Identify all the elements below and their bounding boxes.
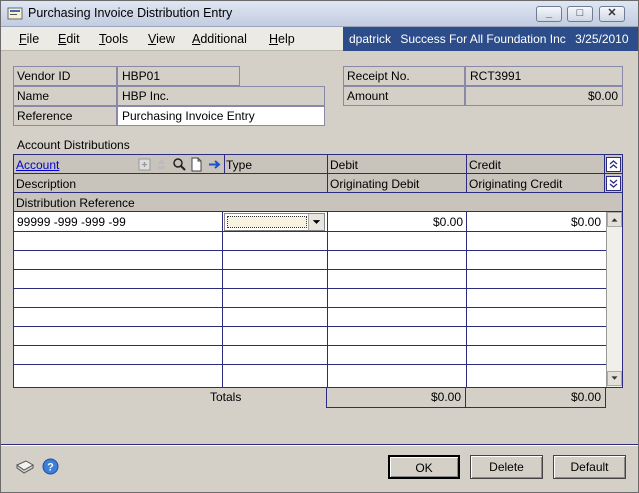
notes-icon[interactable]: [15, 459, 35, 475]
reference-label: Reference: [13, 106, 117, 126]
total-credit: $0.00: [465, 387, 606, 408]
collapse-icon[interactable]: [606, 157, 621, 172]
receipt-no-label: Receipt No.: [343, 66, 465, 86]
grid-scrollbar[interactable]: [606, 212, 622, 387]
menu-help-rest: elp: [278, 32, 295, 46]
grid-header-row-1: [14, 155, 622, 174]
ok-button[interactable]: OK: [388, 455, 460, 479]
expand-rows-icon[interactable]: [606, 176, 621, 191]
menu-view-accel: V: [148, 32, 157, 46]
note-icon[interactable]: [189, 157, 204, 172]
body-divider: [222, 212, 223, 387]
originating-credit-column-header: Originating Credit: [469, 177, 563, 191]
scroll-up-icon[interactable]: [607, 212, 622, 227]
delete-button[interactable]: Delete: [470, 455, 543, 479]
user-name: dpatrick: [349, 32, 392, 46]
goto-arrow-icon[interactable]: [207, 157, 222, 172]
company-name: Success For All Foundation Inc: [400, 32, 566, 46]
account-column-link[interactable]: Account: [16, 156, 59, 174]
collapse-account-icon[interactable]: [154, 157, 169, 172]
name-label: Name: [13, 86, 117, 106]
row-1-type-dropdown[interactable]: [224, 213, 325, 231]
menu-file-accel: F: [19, 32, 27, 46]
originating-debit-column-header: Originating Debit: [330, 177, 420, 191]
menu-file-rest: ile: [26, 32, 40, 46]
minimize-button[interactable]: _: [536, 6, 562, 22]
chevron-down-icon[interactable]: [308, 214, 324, 230]
menu-additional-rest: dditional: [200, 32, 247, 46]
row-line: [14, 269, 606, 270]
menu-view-rest: iew: [156, 32, 175, 46]
row-1-account[interactable]: 99999 -999 -999 -99: [17, 213, 217, 231]
row-1-debit[interactable]: $0.00: [330, 213, 463, 231]
body-divider: [327, 212, 328, 387]
header-divider: [224, 155, 225, 174]
distribution-grid: Account Type Debit Credit Description Or…: [13, 154, 623, 388]
lookup-icon[interactable]: [172, 157, 187, 172]
app-icon: [7, 7, 23, 20]
description-column-header: Description: [16, 177, 77, 191]
menu-help-accel: H: [269, 32, 279, 46]
row-line: [14, 250, 606, 251]
account-distributions-label: Account Distributions: [17, 138, 130, 152]
debit-column-header: Debit: [330, 158, 359, 172]
distribution-reference-column-header: Distribution Reference: [16, 196, 135, 210]
row-1-credit[interactable]: $0.00: [469, 213, 601, 231]
user-date: 3/25/2010: [575, 32, 629, 46]
maximize-button[interactable]: □: [567, 6, 593, 22]
credit-column-header: Credit: [469, 158, 502, 172]
vendor-id-label: Vendor ID: [13, 66, 117, 86]
menu-additional[interactable]: Additional: [192, 32, 247, 46]
row-1-type-selection: [227, 216, 307, 228]
header-divider: [327, 155, 328, 193]
close-button[interactable]: ✕: [599, 6, 625, 22]
title-bar: Purchasing Invoice Distribution Entry _ …: [1, 1, 638, 27]
row-line: [14, 326, 606, 327]
window-title: Purchasing Invoice Distribution Entry: [28, 6, 233, 20]
row-line: [14, 288, 606, 289]
menu-view[interactable]: View: [148, 32, 175, 46]
menu-file[interactable]: File: [19, 32, 39, 46]
svg-text:?: ?: [47, 462, 54, 474]
header-divider: [466, 155, 467, 193]
menu-edit-rest: dit: [66, 32, 80, 46]
menu-help[interactable]: Help: [269, 32, 295, 46]
expand-icon[interactable]: [137, 157, 152, 172]
totals-label: Totals: [210, 390, 242, 404]
menu-tools[interactable]: Tools: [99, 32, 128, 46]
default-button[interactable]: Default: [553, 455, 626, 479]
scroll-down-icon[interactable]: [607, 371, 622, 386]
vendor-id-value: HBP01: [117, 66, 240, 86]
row-line: [14, 307, 606, 308]
menu-tools-rest: ools: [105, 32, 129, 46]
total-debit: $0.00: [326, 387, 466, 408]
amount-value: $0.00: [465, 86, 623, 106]
type-column-header: Type: [226, 158, 253, 172]
name-value: HBP Inc.: [117, 86, 325, 106]
row-line: [14, 364, 606, 365]
footer-separator: [1, 444, 638, 446]
reference-field[interactable]: Purchasing Invoice Entry: [117, 106, 325, 126]
header-divider: [604, 155, 605, 193]
help-icon[interactable]: ?: [42, 458, 59, 475]
amount-label: Amount: [343, 86, 465, 106]
user-info-bar: dpatrick Success For All Foundation Inc …: [343, 27, 638, 51]
body-divider: [466, 212, 467, 387]
purchasing-invoice-distribution-window: Purchasing Invoice Distribution Entry _ …: [0, 0, 639, 493]
receipt-no-value: RCT3991: [465, 66, 623, 86]
menu-edit[interactable]: Edit: [58, 32, 80, 46]
account-header-text: Account: [16, 158, 60, 172]
row-line: [14, 345, 606, 346]
row-line: [14, 231, 606, 232]
